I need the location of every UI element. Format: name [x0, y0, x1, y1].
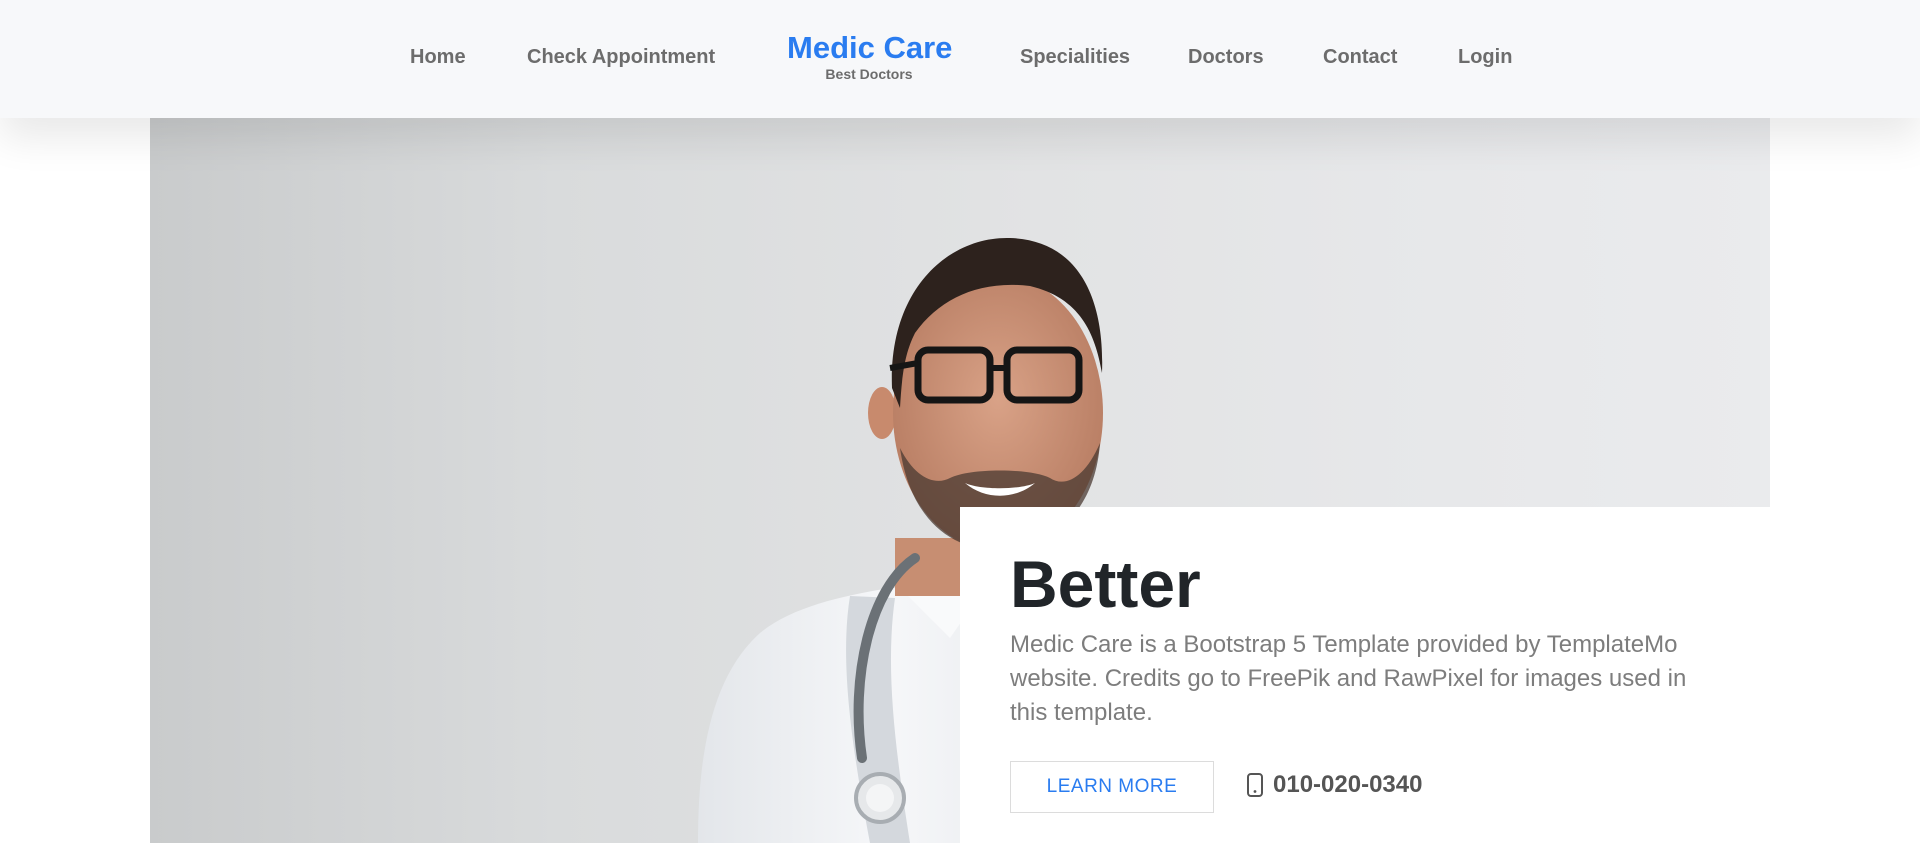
- nav-link-check-appointment[interactable]: Check Appointment: [527, 46, 715, 69]
- nav-link-login[interactable]: Login: [1458, 46, 1512, 69]
- phone-link[interactable]: 010-020-0340: [1247, 771, 1422, 799]
- brand-logo[interactable]: Medic Care Best Doctors: [787, 30, 953, 82]
- learn-more-button[interactable]: LEARN MORE: [1010, 761, 1214, 813]
- nav-link-home[interactable]: Home: [410, 46, 466, 69]
- brand-subtitle: Best Doctors: [825, 66, 913, 82]
- phone-number: 010-020-0340: [1273, 771, 1423, 798]
- phone-icon: [1247, 773, 1263, 797]
- nav-link-specialities[interactable]: Specialities: [1020, 46, 1130, 69]
- nav-link-doctors[interactable]: Doctors: [1188, 46, 1264, 69]
- hero-card: Better Medic Care is a Bootstrap 5 Templ…: [960, 507, 1770, 867]
- hero-heading: Better: [1010, 547, 1201, 621]
- navbar: Home Check Appointment Medic Care Best D…: [0, 0, 1920, 118]
- hero-description: Medic Care is a Bootstrap 5 Template pro…: [1010, 631, 1687, 726]
- brand-title: Medic Care: [787, 30, 953, 65]
- nav-link-contact[interactable]: Contact: [1323, 46, 1397, 69]
